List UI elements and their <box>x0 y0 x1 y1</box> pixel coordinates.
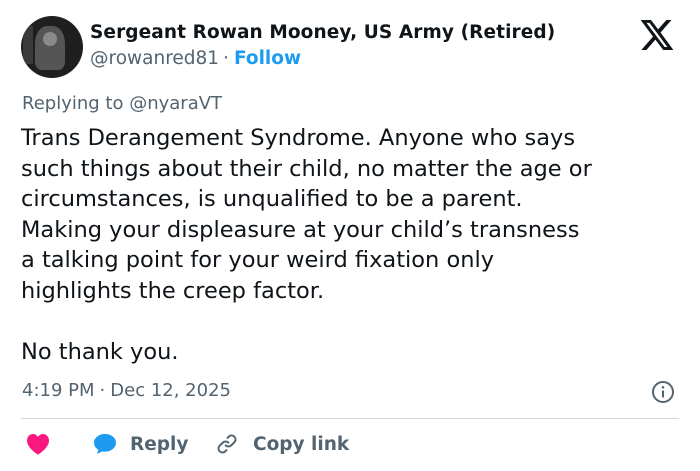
date: Dec 12, 2025 <box>110 380 231 401</box>
timestamp-separator: · <box>99 380 106 401</box>
author-handle-row: @rowanred81 · Follow <box>90 48 301 69</box>
tweet-line: Trans Derangement Syndrome. Anyone who s… <box>21 125 576 151</box>
reply-button[interactable]: Reply <box>93 431 188 457</box>
heart-icon <box>27 434 49 455</box>
avatar-graphic <box>23 26 33 64</box>
x-logo-icon[interactable] <box>640 20 674 50</box>
avatar-face <box>43 32 57 46</box>
tweet-line: highlights the creep factor. <box>21 277 325 304</box>
tweet-card: Sergeant Rowan Mooney, US Army (Retired)… <box>0 0 700 471</box>
link-icon <box>217 434 237 454</box>
author-handle[interactable]: @rowanred81 <box>90 48 219 69</box>
timestamp[interactable]: 4:19 PM · Dec 12, 2025 <box>22 380 231 401</box>
handle-separator: · <box>223 48 229 69</box>
copy-link-label: Copy link <box>253 433 350 455</box>
divider <box>21 418 679 419</box>
chat-bubble-icon <box>94 434 116 454</box>
tweet-line: No thank you. <box>21 338 179 365</box>
tweet-line: circumstances, is unqualified to be a pa… <box>21 186 523 212</box>
reply-label: Reply <box>130 433 189 455</box>
follow-button[interactable]: Follow <box>234 48 301 69</box>
author-name[interactable]: Sergeant Rowan Mooney, US Army (Retired) <box>90 22 555 43</box>
tweet-line: Making your displeasure at your child’s … <box>21 216 580 243</box>
tweet-line: such things about their child, no matter… <box>21 155 592 182</box>
tweet-line: a talking point for your weird fixation … <box>21 247 495 273</box>
avatar[interactable] <box>21 16 83 78</box>
replying-to[interactable]: Replying to @nyaraVT <box>22 93 222 114</box>
info-icon[interactable] <box>651 380 675 404</box>
like-button[interactable] <box>26 431 50 457</box>
copy-link-button[interactable]: Copy link <box>215 431 349 457</box>
time: 4:19 PM <box>22 380 95 401</box>
tweet-text: Trans Derangement Syndrome. Anyone who s… <box>21 123 681 367</box>
